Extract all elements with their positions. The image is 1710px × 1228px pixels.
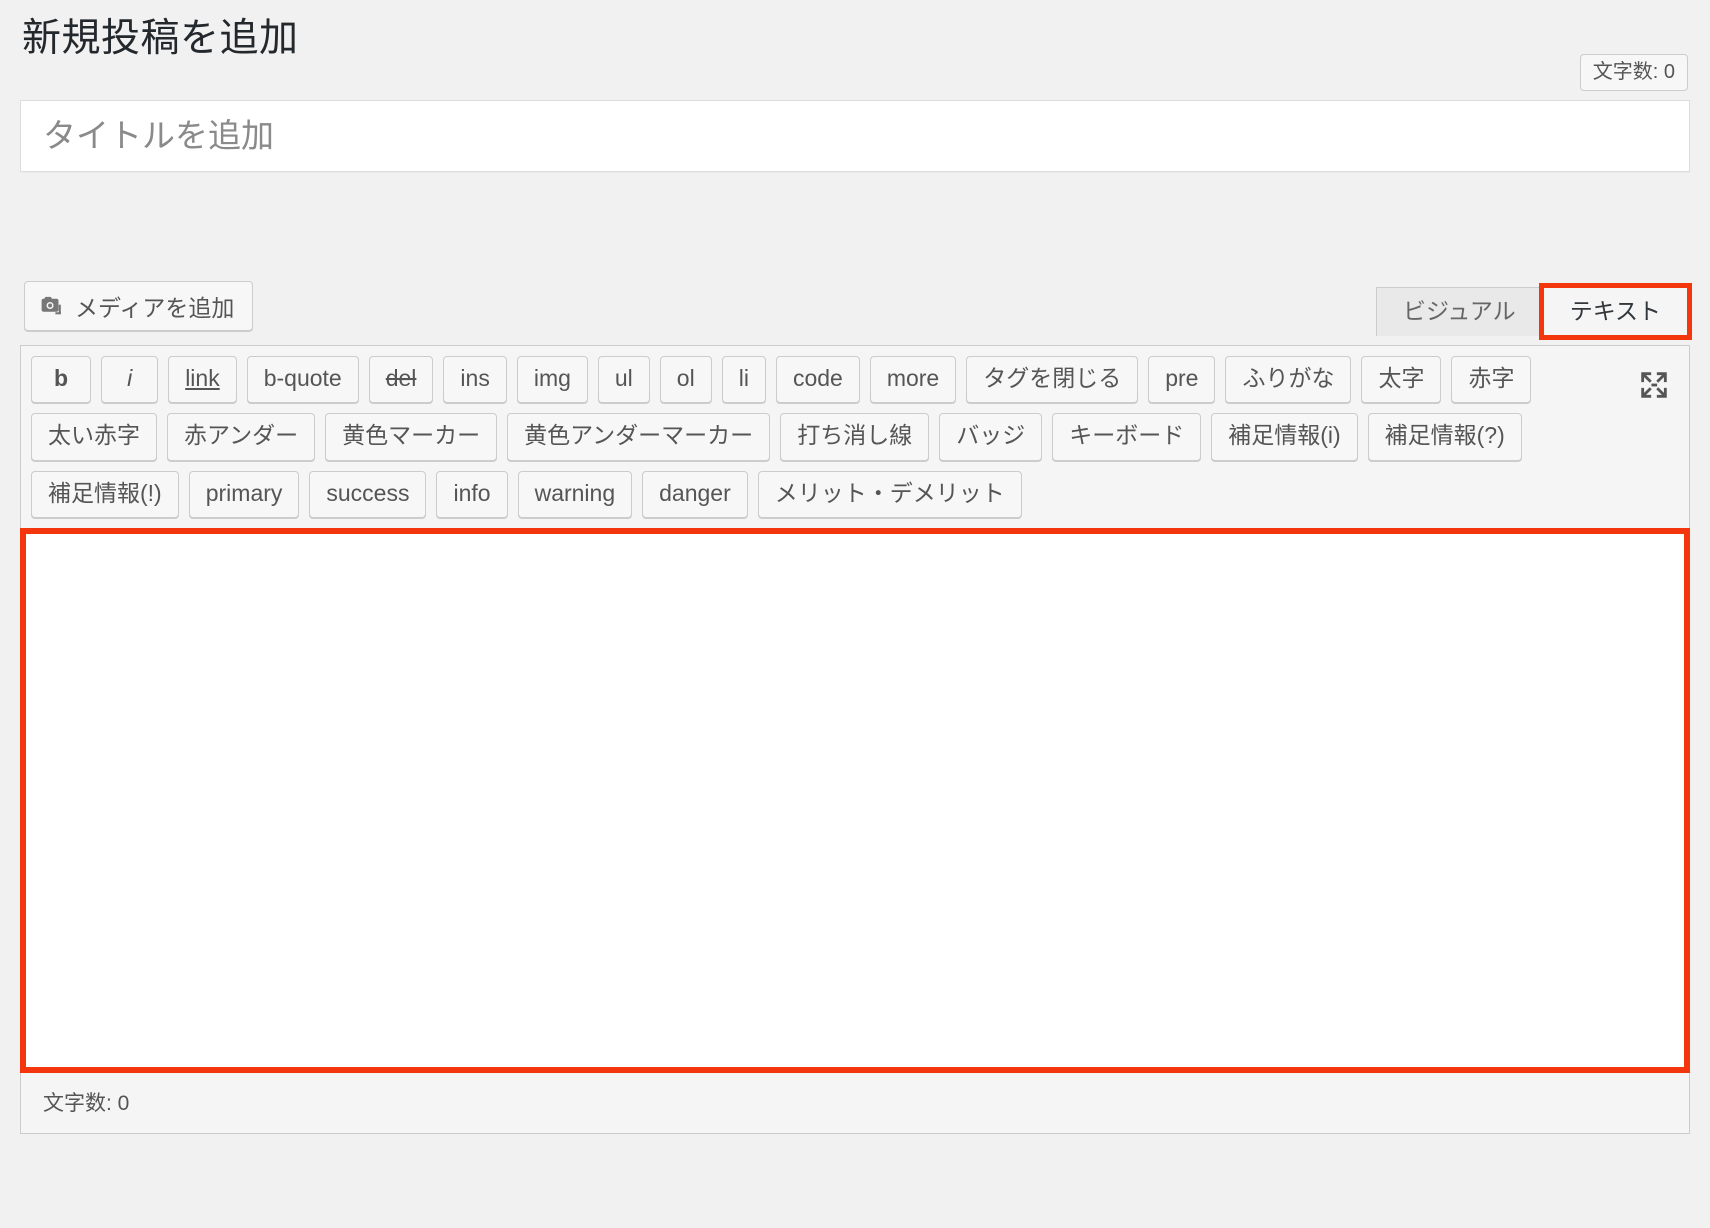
quicktag-button[interactable]: b <box>31 356 92 404</box>
quicktag-button[interactable]: pre <box>1148 356 1216 404</box>
camera-media-icon <box>39 293 65 319</box>
wordpress-classic-editor-page: 新規投稿を追加 文字数: 0 メディアを追加 <box>0 0 1710 1228</box>
quicktag-button[interactable]: 太い赤字 <box>31 413 157 461</box>
quicktags-row: 補足情報(!) primary success info warning danger メリ… <box>31 470 1599 518</box>
character-count-footer: 文字数: 0 <box>43 1091 130 1115</box>
quicktag-button[interactable]: 赤アンダー <box>167 413 316 461</box>
quicktag-button[interactable]: warning <box>517 470 633 518</box>
quicktag-button[interactable]: キーボード <box>1052 413 1202 461</box>
character-count-badge-top: 文字数: 0 <box>1579 54 1688 91</box>
quicktag-button[interactable]: 黄色マーカー <box>325 413 498 461</box>
content-textarea-wrapper <box>20 527 1690 1073</box>
quicktag-button[interactable]: 太字 <box>1361 356 1442 404</box>
page-header: 新規投稿を追加 文字数: 0 <box>20 0 1690 96</box>
tab-visual[interactable]: ビジュアル <box>1375 287 1543 337</box>
quicktag-button[interactable]: メリット・デメリット <box>757 470 1022 518</box>
quicktag-button[interactable]: link <box>168 356 237 404</box>
quicktag-button[interactable]: 補足情報(i) <box>1211 413 1358 461</box>
quicktag-button[interactable]: タグを閉じる <box>966 356 1139 404</box>
quicktag-button[interactable]: ol <box>659 356 712 404</box>
quicktags-rows: b i link b-quote del ins img ul ol li code more タグを閉… <box>31 356 1679 518</box>
quicktags-toolbar: b i link b-quote del ins img ul ol li code more タグを閉… <box>20 345 1690 528</box>
quicktag-button[interactable]: li <box>721 356 766 404</box>
editor-mode-tabs: ビジュアル テキスト <box>1375 282 1693 341</box>
quicktag-button[interactable]: ins <box>443 356 507 404</box>
quicktag-button[interactable]: primary <box>188 470 300 518</box>
post-content-textarea[interactable] <box>20 527 1690 1073</box>
page-title: 新規投稿を追加 <box>22 17 299 60</box>
quicktag-button[interactable]: i <box>101 356 159 404</box>
quicktag-button[interactable]: more <box>869 356 957 404</box>
editor-footer: 文字数: 0 <box>20 1072 1690 1134</box>
tab-text[interactable]: テキスト <box>1538 282 1693 341</box>
quicktag-button[interactable]: 補足情報(?) <box>1367 413 1522 461</box>
tab-visual-label: ビジュアル <box>1402 298 1516 324</box>
editor-block: メディアを追加 ビジュアル テキスト b i link b-quote del ins im… <box>20 277 1693 1134</box>
quicktag-button[interactable]: 黄色アンダーマーカー <box>507 413 771 461</box>
add-media-label: メディアを追加 <box>75 295 235 321</box>
quicktags-row: 太い赤字 赤アンダー 黄色マーカー 黄色アンダーマーカー 打ち消し線 バッジ キーボード 補足… <box>31 413 1599 461</box>
quicktag-button[interactable]: ふりがな <box>1225 356 1352 404</box>
post-title-input[interactable] <box>20 100 1690 172</box>
quicktag-button[interactable]: b-quote <box>246 356 359 404</box>
quicktag-button[interactable]: success <box>309 470 427 518</box>
tab-text-label: テキスト <box>1569 298 1661 324</box>
quicktag-button[interactable]: danger <box>642 470 748 518</box>
quicktag-button[interactable]: バッジ <box>939 413 1043 461</box>
quicktag-button[interactable]: 赤字 <box>1451 356 1532 404</box>
quicktag-button[interactable]: ul <box>597 356 650 404</box>
quicktag-button[interactable]: info <box>436 470 508 518</box>
quicktag-button[interactable]: code <box>775 356 860 404</box>
quicktag-button[interactable]: 打ち消し線 <box>780 413 930 461</box>
media-and-tabs-row: メディアを追加 ビジュアル テキスト <box>20 277 1693 345</box>
fullscreen-expand-icon[interactable] <box>1637 368 1671 402</box>
quicktag-button[interactable]: del <box>368 356 434 404</box>
quicktags-row: b i link b-quote del ins img ul ol li code more タグを閉… <box>31 356 1599 404</box>
quicktag-button[interactable]: 補足情報(!) <box>31 470 179 518</box>
quicktag-button[interactable]: img <box>516 356 588 404</box>
post-title-wrapper <box>20 100 1690 172</box>
add-media-button[interactable]: メディアを追加 <box>24 281 254 331</box>
